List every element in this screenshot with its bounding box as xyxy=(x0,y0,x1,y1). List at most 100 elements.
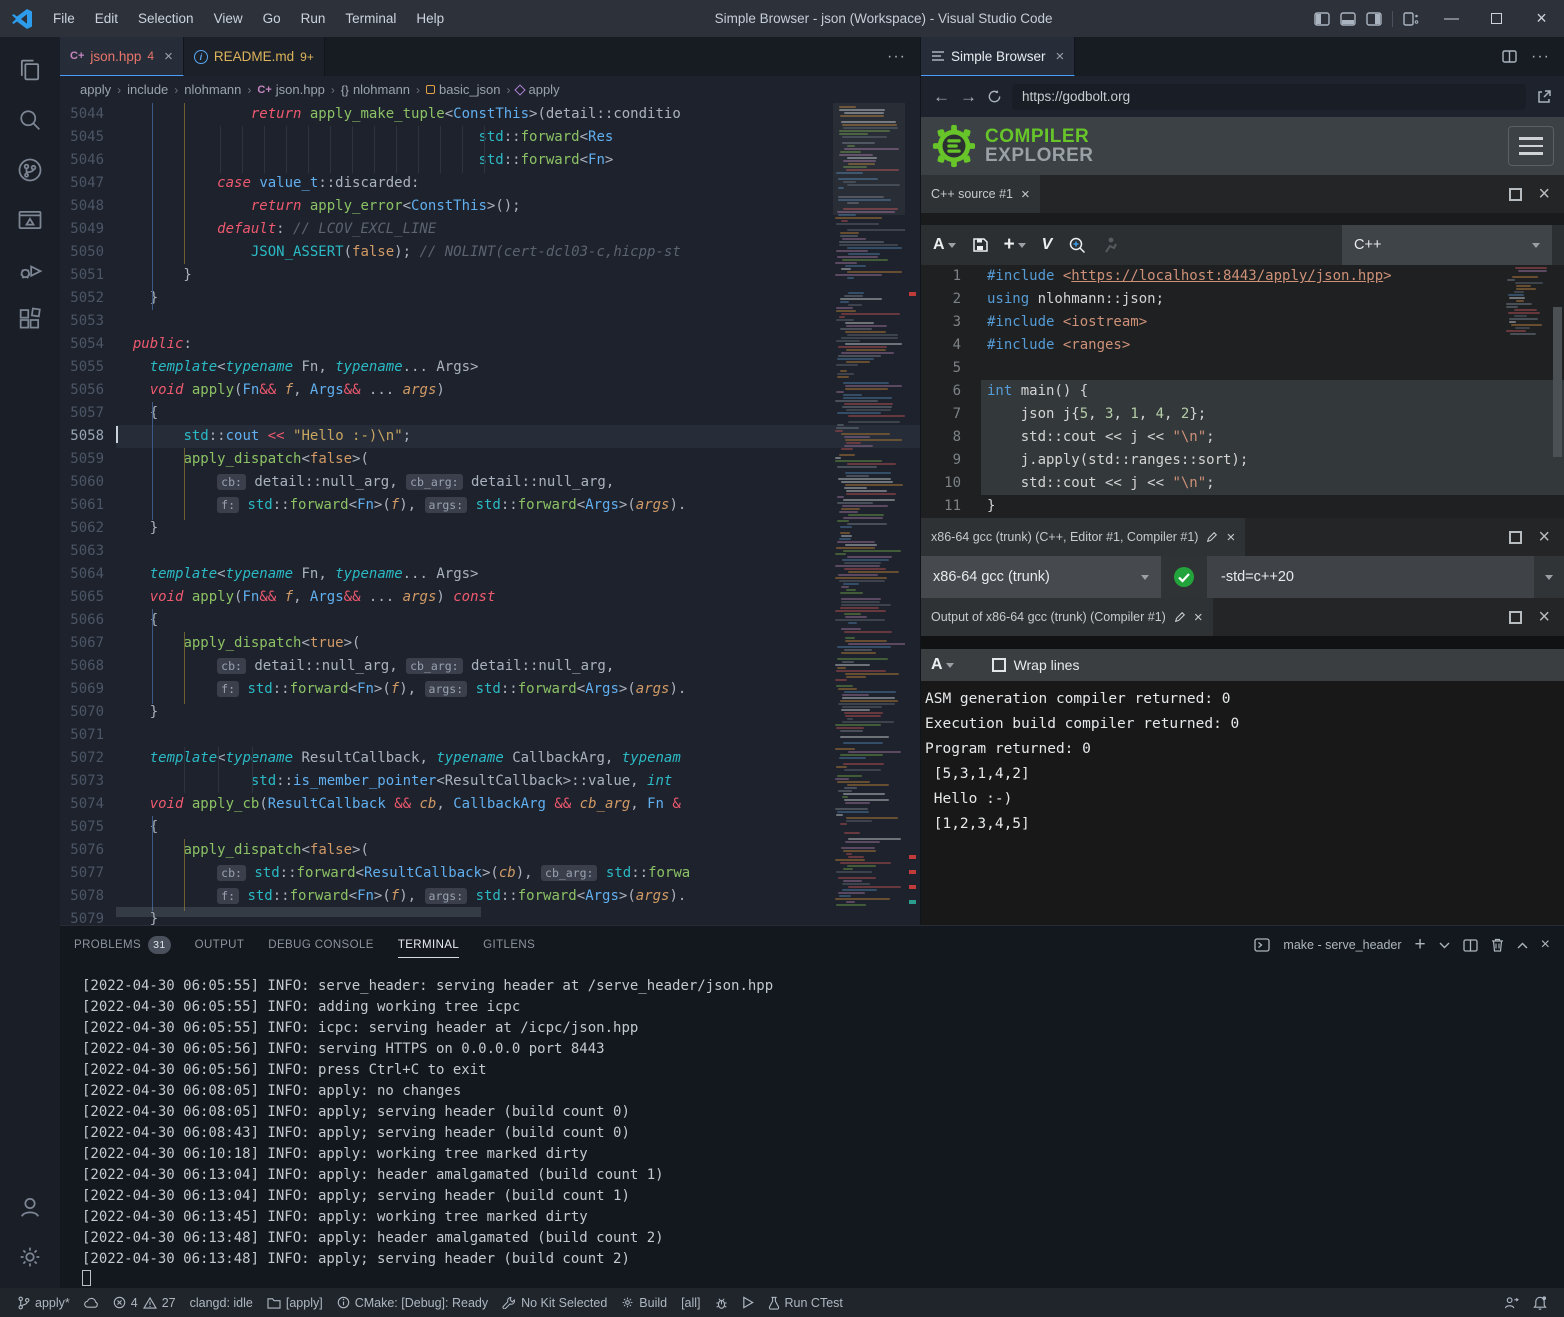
code-line[interactable]: 5057 { xyxy=(60,402,920,425)
run-debug-icon[interactable] xyxy=(6,245,54,295)
menu-edit[interactable]: Edit xyxy=(86,7,127,30)
open-external-icon[interactable] xyxy=(1536,89,1552,105)
toggle-panel-icon[interactable] xyxy=(1340,12,1356,26)
code-line[interactable]: 5066 { xyxy=(60,609,920,632)
code-line[interactable]: 9 j.apply(std::ranges::sort); xyxy=(921,449,1564,472)
breadcrumb-item[interactable]: basic_json xyxy=(426,82,500,97)
code-line[interactable]: 5074 void apply_cb(ResultCallback && cb,… xyxy=(60,793,920,816)
code-line[interactable]: 5053 xyxy=(60,310,920,333)
close-pane-icon[interactable]: × xyxy=(1538,611,1550,624)
code-line[interactable]: 5064 template<typename Fn, typename... A… xyxy=(60,563,920,586)
debug-button[interactable] xyxy=(708,1288,735,1317)
menu-run[interactable]: Run xyxy=(292,7,335,30)
maximize-panel-icon[interactable] xyxy=(1517,942,1528,949)
code-line[interactable]: 5059 apply_dispatch<false>( xyxy=(60,448,920,471)
menu-go[interactable]: Go xyxy=(254,7,290,30)
close-pane-icon[interactable]: × xyxy=(1538,188,1550,201)
code-line[interactable]: 5055 template<typename Fn, typename... A… xyxy=(60,356,920,379)
launch-button[interactable] xyxy=(735,1288,761,1317)
code-line[interactable]: 5073 std::is_member_pointer<ResultCallba… xyxy=(60,770,920,793)
code-line[interactable]: 5070 } xyxy=(60,701,920,724)
back-icon[interactable]: ← xyxy=(933,87,950,107)
terminal-session-label[interactable]: make - serve_header xyxy=(1283,938,1401,952)
menu-help[interactable]: Help xyxy=(407,7,453,30)
tab-output[interactable]: OUTPUT xyxy=(195,933,245,957)
minimap-slider[interactable] xyxy=(833,103,905,215)
editor-actions-more-icon[interactable]: ··· xyxy=(887,48,906,66)
maximize-pane-icon[interactable] xyxy=(1509,611,1522,624)
extensions-icon[interactable] xyxy=(6,295,54,345)
tab-problems[interactable]: PROBLEMS31 xyxy=(74,930,171,960)
toggle-secondary-sidebar-icon[interactable] xyxy=(1366,12,1382,26)
breadcrumb-item[interactable]: include xyxy=(127,82,168,97)
menu-file[interactable]: File xyxy=(44,7,84,30)
tab-terminal[interactable]: TERMINAL xyxy=(398,933,459,958)
close-window-button[interactable]: × xyxy=(1519,0,1564,37)
hamburger-menu-icon[interactable] xyxy=(1508,126,1554,166)
ctest-button[interactable]: Run CTest xyxy=(761,1288,850,1317)
code-editor[interactable]: 5044 return apply_make_tuple<ConstThis>(… xyxy=(60,103,920,925)
save-icon[interactable] xyxy=(972,237,988,253)
close-icon[interactable]: × xyxy=(1226,529,1235,546)
compiler-options-input[interactable]: -std=c++20 xyxy=(1207,556,1534,598)
code-line[interactable]: 5046 std::forward<Fn> xyxy=(60,149,920,172)
breadcrumb-item[interactable]: nlohmann xyxy=(184,82,241,97)
new-terminal-icon[interactable]: + xyxy=(1415,934,1426,956)
menu-terminal[interactable]: Terminal xyxy=(336,7,405,30)
code-line[interactable]: 2using nlohmann::json; xyxy=(921,288,1564,311)
settings-gear-icon[interactable] xyxy=(6,1232,54,1282)
breadcrumb-item[interactable]: C+json.hpp xyxy=(257,82,325,97)
ce-source-editor[interactable]: 1#include <https://localhost:8443/apply/… xyxy=(921,265,1564,518)
tab-simple-browser[interactable]: Simple Browser × xyxy=(921,37,1075,76)
ce-compiler-tab[interactable]: x86-64 gcc (trunk) (C++, Editor #1, Comp… xyxy=(921,518,1245,556)
tab-readme-md[interactable]: i README.md 9+ xyxy=(184,37,325,76)
minimap[interactable] xyxy=(833,103,905,913)
kill-terminal-trash-icon[interactable] xyxy=(1491,938,1504,952)
minimize-button[interactable]: — xyxy=(1429,0,1474,37)
wrap-lines-checkbox[interactable] xyxy=(992,658,1006,672)
tab-gitlens[interactable]: GITLENS xyxy=(483,933,535,957)
code-line[interactable]: 5052 } xyxy=(60,287,920,310)
code-line[interactable]: 6int main() { xyxy=(921,380,1564,403)
code-line[interactable]: 5054 public: xyxy=(60,333,920,356)
code-line[interactable]: 5050 JSON_ASSERT(false); // NOLINT(cert-… xyxy=(60,241,920,264)
notifications-button[interactable] xyxy=(1526,1288,1554,1317)
compiler-select[interactable]: x86-64 gcc (trunk) xyxy=(921,556,1161,598)
code-line[interactable]: 5062 } xyxy=(60,517,920,540)
publish-changes-button[interactable] xyxy=(77,1288,106,1317)
code-line[interactable]: 5061 f: std::forward<Fn>(f), args: std::… xyxy=(60,494,920,517)
close-icon[interactable]: × xyxy=(1194,609,1203,626)
build-target[interactable]: [all] xyxy=(674,1288,707,1317)
code-line[interactable]: 1#include <https://localhost:8443/apply/… xyxy=(921,265,1564,288)
vim-toggle-button[interactable]: V xyxy=(1042,236,1053,254)
close-icon[interactable]: × xyxy=(1021,186,1030,203)
code-line[interactable]: 5075 { xyxy=(60,816,920,839)
options-dropdown-icon[interactable] xyxy=(1534,575,1564,580)
customize-layout-icon[interactable] xyxy=(1403,12,1419,26)
maximize-pane-icon[interactable] xyxy=(1509,531,1522,544)
search-zoom-icon[interactable] xyxy=(1068,236,1086,254)
font-size-button[interactable]: A xyxy=(933,236,956,254)
code-line[interactable]: 5045 std::forward<Res xyxy=(60,126,920,149)
edit-pencil-icon[interactable] xyxy=(1174,611,1186,623)
maximize-pane-icon[interactable] xyxy=(1509,188,1522,201)
code-line[interactable]: 5071 xyxy=(60,724,920,747)
cmake-folder[interactable]: [apply] xyxy=(260,1288,330,1317)
close-tab-icon[interactable]: × xyxy=(164,48,173,65)
breadcrumb-item[interactable]: apply xyxy=(80,82,111,97)
test-window-icon[interactable] xyxy=(6,195,54,245)
cmake-status[interactable]: CMake: [Debug]: Ready xyxy=(330,1288,495,1317)
code-line[interactable]: 8 std::cout << j << "\n"; xyxy=(921,426,1564,449)
code-line[interactable]: 4#include <ranges> xyxy=(921,334,1564,357)
code-line[interactable]: 5077 cb: std::forward<ResultCallback>(cb… xyxy=(60,862,920,885)
close-pane-icon[interactable]: × xyxy=(1538,531,1550,544)
source-control-icon[interactable] xyxy=(6,145,54,195)
breadcrumb-item[interactable]: apply xyxy=(516,82,559,97)
breadcrumb-item[interactable]: {}nlohmann xyxy=(341,82,410,97)
menu-selection[interactable]: Selection xyxy=(129,7,203,30)
maximize-button[interactable] xyxy=(1474,0,1519,37)
code-line[interactable]: 5044 return apply_make_tuple<ConstThis>(… xyxy=(60,103,920,126)
code-line[interactable]: 5076 apply_dispatch<false>( xyxy=(60,839,920,862)
close-panel-icon[interactable]: × xyxy=(1541,936,1550,954)
code-line[interactable]: 5048 return apply_error<ConstThis>(); xyxy=(60,195,920,218)
